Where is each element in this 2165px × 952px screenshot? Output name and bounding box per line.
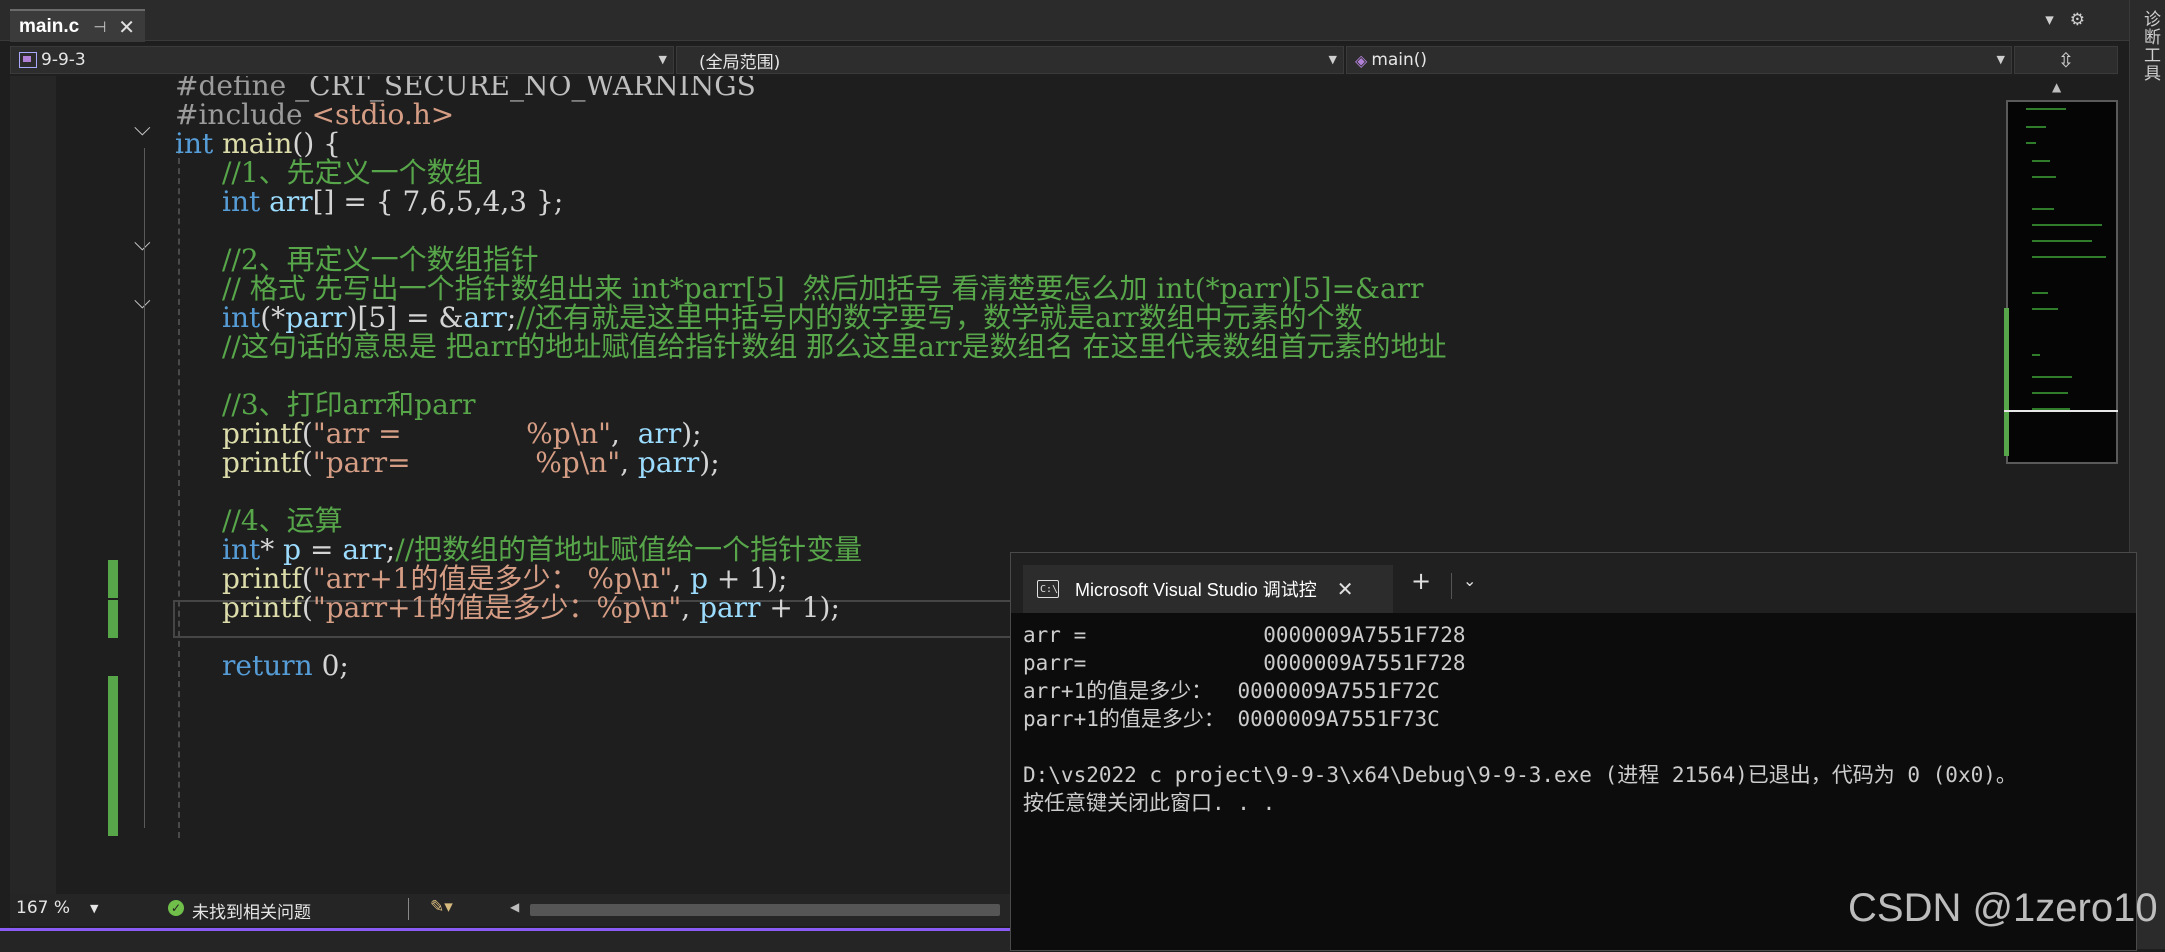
project-name: 9-9-3 (41, 50, 86, 70)
code-line-10: //这句话的意思是 把arr的地址赋值给指针数组 那么这里arr是数组名 在这里… (222, 330, 1447, 363)
code-line-21: return 0; (222, 649, 349, 682)
gear-icon[interactable]: ⚙ (2070, 10, 2085, 30)
indent-guide (178, 148, 180, 838)
code-line-14: printf("parr= %p\n", parr); (222, 446, 720, 479)
tab-list-dropdown-icon[interactable]: ▾ (2045, 10, 2054, 30)
editor-status-bar: 167 % ▼ ✓ 未找到相关问题 ✎▾ ◀ (10, 894, 1010, 926)
navigation-bar: 9-9-3 ▼ (全局范围) ▼ ◈ main() ▼ ⇳ (10, 44, 2118, 76)
outline-guide (144, 148, 145, 828)
document-tab-strip: main.c ⊣ ✕ ▾ ⚙ (0, 0, 2130, 42)
console-line: 按任意键关闭此窗口. . . (1023, 791, 1276, 815)
divider (1451, 573, 1452, 599)
change-indicator (108, 560, 118, 598)
console-tab-title: Microsoft Visual Studio 调试控 (1075, 580, 1317, 600)
minimap-caret-marker (2004, 410, 2118, 412)
scope-name: (全局范围) (699, 52, 781, 73)
console-line: arr = 0000009A7551F728 (1023, 623, 1466, 647)
change-indicator (108, 600, 118, 638)
output-panel-edge (0, 928, 1010, 952)
issues-status[interactable]: 未找到相关问题 (192, 898, 311, 923)
divider (408, 898, 409, 920)
chevron-down-icon: ▼ (658, 53, 667, 66)
chevron-down-icon: ▼ (1328, 53, 1337, 66)
chevron-down-icon: ▼ (1996, 53, 2005, 66)
fold-chevron-icon[interactable]: ⌵ (134, 116, 151, 141)
close-icon[interactable]: ✕ (1337, 577, 1354, 601)
close-icon[interactable]: ✕ (118, 15, 135, 39)
console-line: D:\vs2022 c project\9-9-3\x64\Debug\9-9-… (1023, 763, 2017, 787)
chevron-down-icon[interactable]: ▼ (90, 902, 98, 915)
chevron-down-icon[interactable]: ⌄ (1463, 571, 1476, 590)
project-dropdown[interactable]: 9-9-3 ▼ (10, 46, 674, 74)
project-icon (19, 52, 37, 68)
function-dropdown[interactable]: ◈ main() ▼ (1346, 46, 2012, 74)
console-tab[interactable]: C:\ Microsoft Visual Studio 调试控 ✕ (1023, 565, 1393, 613)
check-icon: ✓ (168, 900, 184, 916)
minimap-change-indicator (2004, 308, 2009, 456)
split-icon: ⇳ (2057, 48, 2075, 72)
tab-strip-actions: ▾ ⚙ (2045, 10, 2085, 30)
terminal-icon: C:\ (1037, 580, 1059, 598)
new-tab-button[interactable]: + (1411, 567, 1431, 595)
diagnostic-tools-label: 诊断工具 (2140, 10, 2160, 82)
watermark: CSDN @1zero10 (1848, 886, 2158, 930)
console-line: parr= 0000009A7551F728 (1023, 651, 1466, 675)
tab-title: main.c (19, 15, 80, 37)
fold-chevron-icon[interactable]: ⌵ (134, 289, 151, 314)
zoom-level[interactable]: 167 % (16, 898, 70, 918)
scroll-up-icon[interactable]: ▲ (2052, 80, 2061, 94)
console-title-bar: C:\ Microsoft Visual Studio 调试控 ✕ + ⌄ (1011, 553, 2136, 613)
split-window-button[interactable]: ⇳ (2014, 46, 2118, 74)
code-cleanup-icon[interactable]: ✎▾ (430, 897, 453, 917)
tab-main-c[interactable]: main.c ⊣ ✕ (10, 9, 145, 42)
console-output: arr = 0000009A7551F728 parr= 0000009A755… (1023, 621, 2017, 817)
console-line: arr+1的值是多少： 0000009A7551F72C (1023, 679, 1440, 703)
console-line: parr+1的值是多少： 0000009A7551F73C (1023, 707, 1440, 731)
code-line-5: int arr[] = { 7,6,5,4,3 }; (222, 185, 564, 218)
function-name: main() (1371, 50, 1428, 70)
glyph-margin (10, 76, 56, 894)
scope-dropdown[interactable]: (全局范围) ▼ (676, 46, 1344, 74)
scroll-left-icon[interactable]: ◀ (510, 900, 519, 914)
fold-chevron-icon[interactable]: ⌵ (134, 231, 151, 256)
change-indicator (108, 676, 118, 836)
cube-icon: ◈ (1355, 50, 1368, 70)
horizontal-scrollbar[interactable] (530, 904, 1000, 916)
code-line-19: printf("parr+1的值是多少：%p\n", parr + 1); (222, 591, 840, 624)
pin-icon[interactable]: ⊣ (93, 18, 106, 36)
